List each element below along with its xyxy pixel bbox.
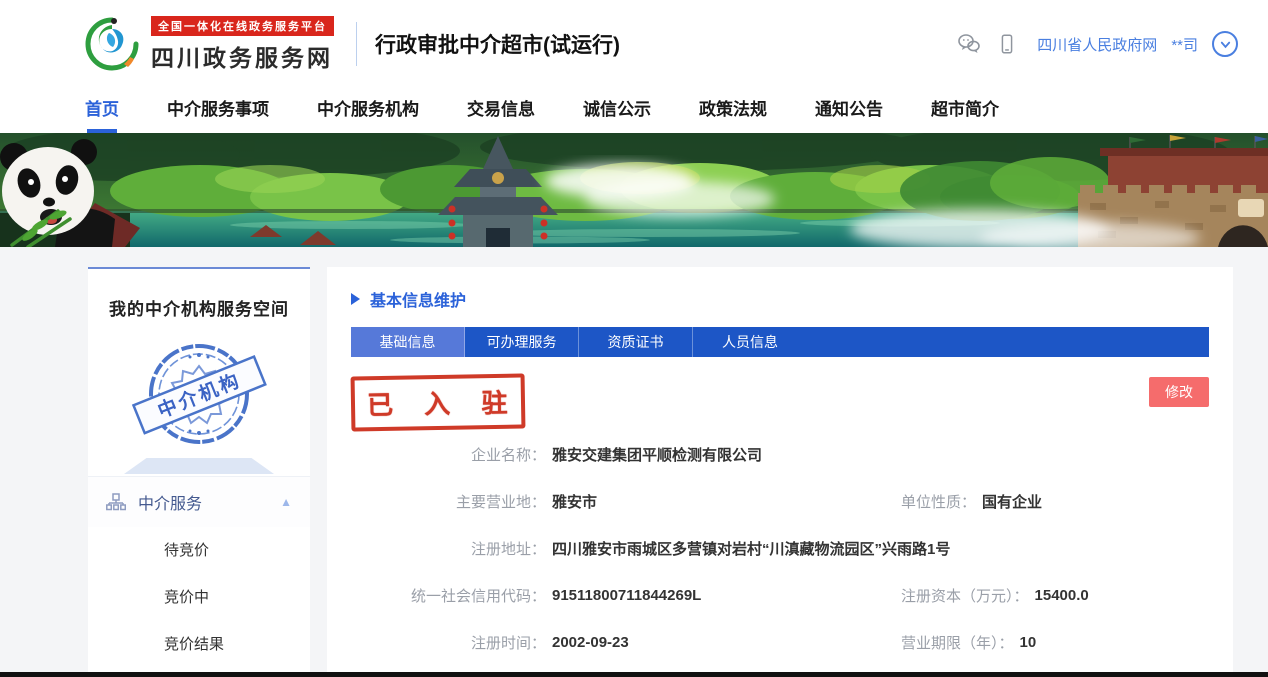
field-row: 主要营业地： 雅安市 单位性质： 国有企业 [351,478,1209,525]
nav-item-home[interactable]: 首页 [85,95,119,126]
status-row: 已 入 驻 修改 [351,375,1209,431]
section-title: 基本信息维护 [370,287,466,311]
nav-item-service-matters[interactable]: 中介服务事项 [167,95,269,126]
tab-bar: 基础信息 可办理服务 资质证书 人员信息 [351,327,1209,357]
registration-date-label: 注册时间： [351,632,546,653]
site-logo-icon [85,17,139,71]
registered-stamp: 已 入 驻 [351,373,526,431]
mobile-icon[interactable] [995,32,1019,56]
site-logo-link[interactable]: 全国一体化在线政务服务平台 四川政务服务网 [85,16,334,73]
page-title: 行政审批中介超市(试运行) [375,29,957,59]
field-row: 注册时间： 2002-09-23 营业期限（年）： 10 [351,619,1209,666]
registered-capital-value: 15400.0 [1035,587,1089,604]
main-nav: 首页 中介服务事项 中介服务机构 交易信息 诚信公示 政策法规 通知公告 超市简… [0,88,1268,133]
section-arrow-icon [351,293,360,305]
content-area: 我的中介机构服务空间 中介机构 [0,247,1268,677]
field-row: 注册地址： 四川雅安市雨城区多营镇对岩村“川滇藏物流园区”兴雨路1号 [351,525,1209,572]
business-location-label: 主要营业地： [351,491,546,512]
sidebar-item-pending-bid[interactable]: 待竞价 [88,527,310,574]
modify-button[interactable]: 修改 [1149,377,1209,407]
registered-capital-label: 注册资本（万元）： [901,585,1029,606]
sidebar-stamp-area: 中介机构 [88,324,310,476]
field-row: 统一社会信用代码： 91511800711844269L 注册资本（万元）： 1… [351,572,1209,619]
business-location-value: 雅安市 [552,491,597,512]
nav-item-service-orgs[interactable]: 中介服务机构 [317,95,419,126]
sidebar-menu-label: 中介服务 [138,490,280,514]
company-name-value: 雅安交建集团平顺检测有限公司 [552,444,762,465]
seal-pedestal [124,458,274,474]
field-row: 企业名称： 雅安交建集团平顺检测有限公司 [351,431,1209,478]
credit-code-label: 统一社会信用代码： [351,585,546,606]
agency-seal-image: 中介机构 [114,332,284,462]
platform-badge: 全国一体化在线政务服务平台 [151,16,334,36]
tab-available-services[interactable]: 可办理服务 [465,327,579,357]
credit-code-value: 91511800711844269L [552,587,701,604]
sidebar-item-bid-results[interactable]: 竞价结果 [88,621,310,668]
business-term-value: 10 [1020,634,1037,651]
nav-item-about[interactable]: 超市简介 [931,95,999,126]
gov-portal-link[interactable]: 四川省人民政府网 [1037,34,1157,55]
sidebar: 我的中介机构服务空间 中介机构 [88,267,310,675]
section-title-row: 基本信息维护 [351,287,1209,311]
business-term-label: 营业期限（年）： [901,632,1014,653]
registered-address-value: 四川雅安市雨城区多营镇对岩村“川滇藏物流园区”兴雨路1号 [552,538,950,559]
chevron-down-icon[interactable] [1212,31,1238,57]
tab-basic-info[interactable]: 基础信息 [351,327,465,357]
sidebar-item-bidding[interactable]: 竞价中 [88,574,310,621]
company-name-label: 企业名称： [351,444,546,465]
sidebar-submenu: 待竞价 竞价中 竞价结果 合同签订 服务成果 [88,527,310,677]
window-bottom-edge [0,672,1268,677]
header-divider [356,22,357,66]
registered-address-label: 注册地址： [351,538,546,559]
tab-personnel-info[interactable]: 人员信息 [693,327,807,357]
unit-nature-value: 国有企业 [982,491,1042,512]
nav-item-trade-info[interactable]: 交易信息 [467,95,535,126]
registration-date-value: 2002-09-23 [552,634,629,651]
username-label[interactable]: **司 [1171,34,1198,55]
main-panel: 基本信息维护 基础信息 可办理服务 资质证书 人员信息 已 入 驻 修改 企业名… [327,267,1233,675]
header: 全国一体化在线政务服务平台 四川政务服务网 行政审批中介超市(试运行) 四川省人… [0,0,1268,88]
tab-qualification-certificates[interactable]: 资质证书 [579,327,693,357]
collapse-caret-icon[interactable]: ▲ [280,495,292,509]
wechat-icon[interactable] [957,32,981,56]
nav-item-policies[interactable]: 政策法规 [699,95,767,126]
nav-item-integrity[interactable]: 诚信公示 [583,95,651,126]
sidebar-menu-intermediary-service[interactable]: 中介服务 ▲ [88,476,310,527]
site-name: 四川政务服务网 [151,39,334,73]
unit-nature-label: 单位性质： [901,491,976,512]
org-chart-icon [106,493,126,511]
nav-item-notices[interactable]: 通知公告 [815,95,883,126]
banner-image [0,133,1268,247]
header-actions: 四川省人民政府网 **司 [957,31,1238,57]
sidebar-title: 我的中介机构服务空间 [88,295,310,320]
